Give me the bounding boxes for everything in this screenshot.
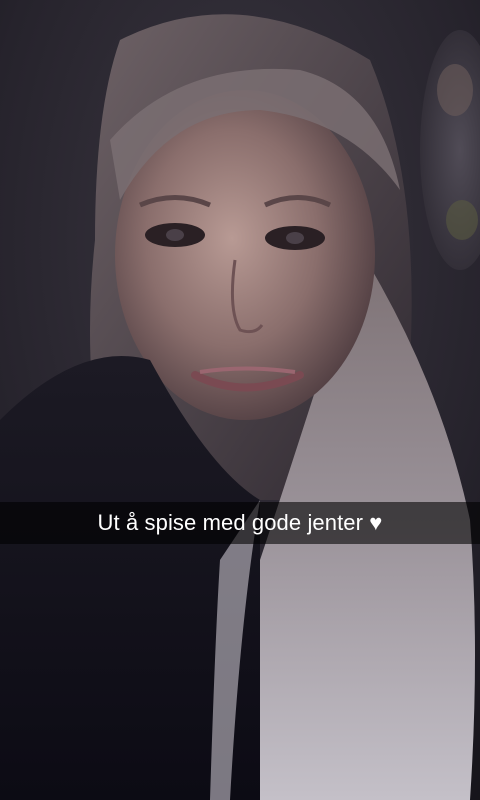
caption-bar[interactable]: Ut å spise med gode jenter ♥ (0, 502, 480, 544)
caption-text: Ut å spise med gode jenter ♥ (97, 510, 383, 535)
selfie-photo (0, 0, 480, 800)
snap-viewer[interactable]: Ut å spise med gode jenter ♥ (0, 0, 480, 800)
